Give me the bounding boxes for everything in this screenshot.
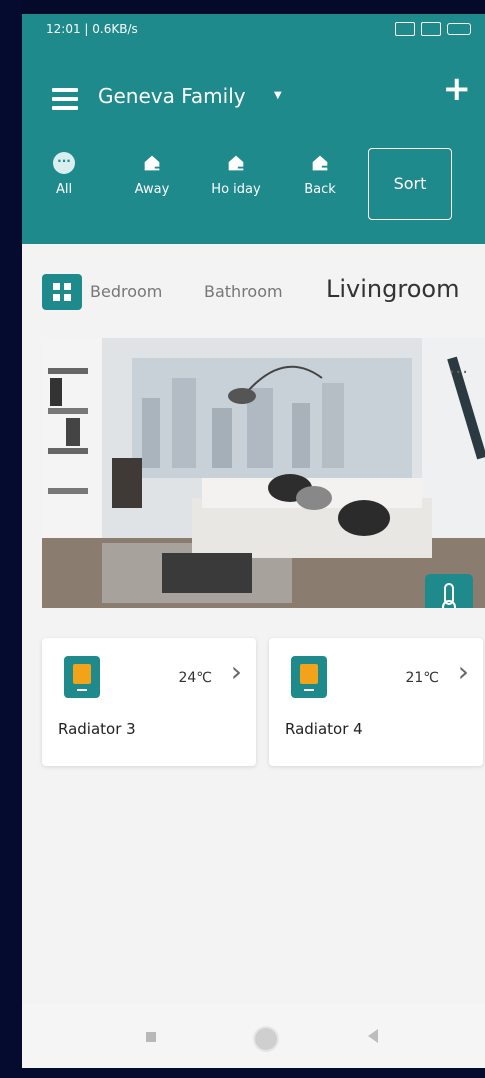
device-temperature: 24℃	[178, 670, 212, 686]
app-screen: 12:01 | 0.6KB/s Geneva Family ▼ + ··· Al…	[22, 14, 485, 1068]
dropdown-caret-icon[interactable]: ▼	[274, 90, 282, 101]
android-nav-bar	[22, 1004, 485, 1068]
mode-label: Away	[134, 182, 170, 197]
status-icons	[395, 22, 471, 36]
mode-away-button[interactable]: Away	[122, 152, 182, 197]
radiator-icon	[64, 656, 100, 698]
house-arrow-out-icon	[144, 155, 162, 171]
mode-label: All	[55, 182, 73, 197]
signal-icon	[395, 22, 415, 36]
family-name[interactable]: Geneva Family	[98, 84, 246, 108]
status-time: 12:01 | 0.6KB/s	[46, 22, 138, 36]
sim-icon	[421, 22, 441, 36]
thermometer-icon[interactable]	[425, 574, 473, 608]
sort-button[interactable]: Sort	[368, 148, 452, 220]
house-arrow-in-icon	[228, 155, 245, 171]
device-name: Radiator 3	[58, 720, 136, 738]
chevron-right-icon[interactable]: ›	[458, 658, 469, 686]
dots-circle-icon: ···	[53, 152, 75, 174]
mode-holiday-button[interactable]: Ho iday	[206, 152, 266, 197]
app-header: Geneva Family ▼ + ··· All Away Ho iday B…	[22, 48, 485, 244]
recents-icon[interactable]	[146, 1032, 156, 1042]
device-temperature: 21℃	[405, 670, 439, 686]
back-icon[interactable]	[368, 1029, 378, 1043]
mode-label: Ho iday	[211, 182, 261, 197]
livingroom-photo-illustration	[42, 338, 485, 608]
battery-icon	[447, 23, 471, 35]
status-bar: 12:01 | 0.6KB/s	[22, 14, 485, 48]
plus-icon[interactable]: +	[443, 72, 472, 106]
tab-bedroom[interactable]: Bedroom	[90, 282, 162, 301]
device-card-radiator-3[interactable]: 24℃ › Radiator 3	[42, 638, 256, 766]
grid-view-icon[interactable]	[42, 274, 82, 310]
device-frame-left	[0, 0, 22, 1078]
house-back-icon	[312, 155, 329, 171]
device-card-radiator-4[interactable]: 21℃ › Radiator 4	[269, 638, 483, 766]
mode-label: Back	[304, 182, 336, 197]
mode-all-button[interactable]: ··· All	[34, 152, 94, 197]
home-icon[interactable]	[253, 1026, 279, 1052]
device-frame-bottom	[0, 1068, 485, 1078]
chevron-right-icon[interactable]: ›	[231, 658, 242, 686]
menu-icon[interactable]	[52, 88, 78, 110]
mode-back-button[interactable]: Back	[290, 152, 350, 197]
tab-livingroom[interactable]: Livingroom	[326, 275, 459, 303]
tab-bathroom[interactable]: Bathroom	[204, 282, 283, 301]
device-name: Radiator 4	[285, 720, 363, 738]
livingroom-photo[interactable]: ···	[42, 338, 485, 608]
more-options-button[interactable]: ···	[449, 362, 469, 383]
radiator-icon	[291, 656, 327, 698]
room-tabs: Bedroom Bathroom Livingroom	[22, 270, 485, 310]
